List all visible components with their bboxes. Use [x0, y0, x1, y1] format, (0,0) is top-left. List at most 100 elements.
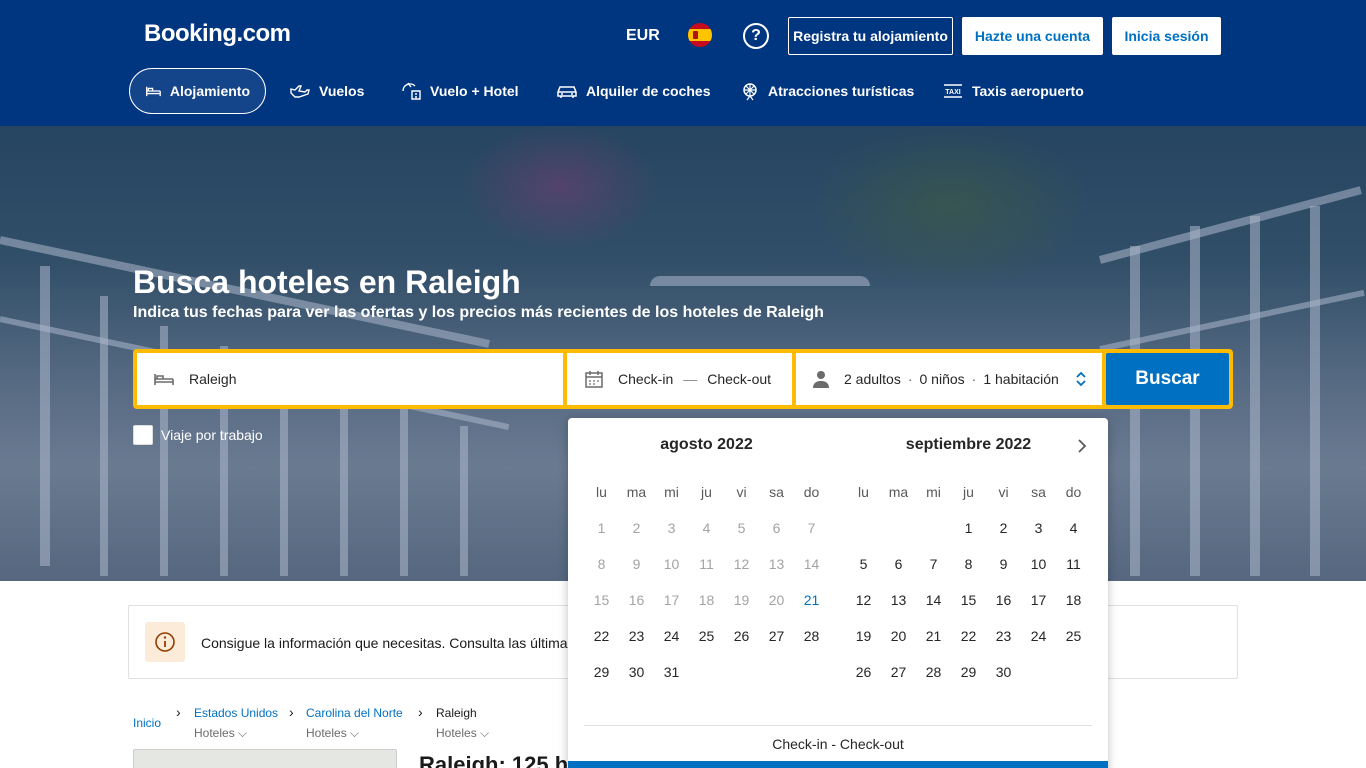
date-field[interactable]: Check-in — Check-out — [567, 353, 792, 405]
breadcrumb-item[interactable]: Estados Unidos Hoteles ⌵ — [194, 706, 278, 741]
calendar-day[interactable]: 22 — [951, 618, 986, 654]
weekday-header: lu ma mi ju vi sa do — [584, 474, 829, 510]
calendar-day[interactable]: 24 — [1021, 618, 1056, 654]
calendar-day[interactable]: 17 — [1021, 582, 1056, 618]
calendar-day[interactable]: 18 — [1056, 582, 1091, 618]
calendar-day[interactable]: 15 — [951, 582, 986, 618]
calendar-week: 8 9 10 11 12 13 14 — [584, 546, 829, 582]
calendar-day: 17 — [663, 592, 680, 608]
info-icon — [145, 622, 185, 662]
calendar-day[interactable]: 9 — [986, 546, 1021, 582]
calendar-day: 9 — [632, 556, 641, 572]
calendar-day[interactable]: 16 — [986, 582, 1021, 618]
calendar-day[interactable]: 14 — [916, 582, 951, 618]
calendar-day[interactable]: 27 — [881, 654, 916, 690]
calendar-month: agosto 2022 lu ma mi ju vi sa do 1 2 3 4 5 6 7 8 9 10 11 1… — [584, 436, 829, 690]
calendar-day[interactable]: 22 — [584, 618, 619, 654]
rooms-label: 1 habitación — [983, 371, 1059, 387]
calendar-day[interactable]: 29 — [951, 654, 986, 690]
tab-vuelo-hotel[interactable]: Vuelo + Hotel — [400, 68, 519, 114]
calendar-day: 16 — [628, 592, 645, 608]
calendar-day[interactable]: 8 — [951, 546, 986, 582]
month-title: agosto 2022 — [660, 436, 753, 453]
calendar-day[interactable]: 2 — [986, 510, 1021, 546]
breadcrumb-item[interactable]: Raleigh Hoteles ⌵ — [436, 706, 489, 741]
calendar-day[interactable]: 21 — [916, 618, 951, 654]
month-title: septiembre 2022 — [905, 436, 1032, 453]
calendar-week: 19 20 21 22 23 24 25 — [846, 618, 1091, 654]
tab-atracciones[interactable]: Atracciones turísticas — [740, 68, 914, 114]
calendar-day: 13 — [768, 556, 785, 572]
calendar-empty-day — [1021, 654, 1056, 690]
calendar-day[interactable]: 23 — [986, 618, 1021, 654]
calendar-day[interactable]: 27 — [759, 618, 794, 654]
calendar-empty-day — [724, 654, 759, 690]
calendar-day[interactable]: 28 — [916, 654, 951, 690]
calendar-day[interactable]: 7 — [916, 546, 951, 582]
guests-field[interactable]: 2 adultos · 0 niños · 1 habitación — [796, 353, 1102, 405]
help-icon[interactable]: ? — [743, 23, 769, 49]
calendar-day: 4 — [702, 520, 711, 536]
tab-vuelos[interactable]: Vuelos — [289, 68, 364, 114]
calendar-day[interactable]: 30 — [986, 654, 1021, 690]
tab-taxis[interactable]: TAXI Taxis aeropuerto — [942, 68, 1084, 114]
calendar-day[interactable]: 3 — [1021, 510, 1056, 546]
map-thumbnail[interactable] — [133, 749, 397, 768]
calendar-empty-day — [916, 510, 951, 546]
calendar-day: 10 — [663, 556, 680, 572]
chevron-right-icon[interactable] — [1072, 436, 1092, 456]
work-trip-checkbox[interactable]: Viaje por trabajo — [133, 425, 263, 445]
calendar-day[interactable]: 1 — [951, 510, 986, 546]
calendar-day[interactable]: 5 — [846, 546, 881, 582]
weekday-label: mi — [926, 484, 941, 500]
booking-logo[interactable]: Booking.com — [144, 20, 291, 48]
create-account-button[interactable]: Hazte una cuenta — [962, 17, 1103, 55]
calendar-day: 19 — [733, 592, 750, 608]
calendar-week: 1 2 3 4 5 6 7 — [584, 510, 829, 546]
sign-in-button[interactable]: Inicia sesión — [1112, 17, 1221, 55]
adults-label: 2 adultos — [844, 371, 901, 387]
calendar-day[interactable]: 21 — [794, 582, 829, 618]
calendar-day[interactable]: 6 — [881, 546, 916, 582]
calendar-day: 3 — [667, 520, 676, 536]
calendar-day[interactable]: 25 — [1056, 618, 1091, 654]
breadcrumb-item[interactable]: Carolina del Norte Hoteles ⌵ — [306, 706, 403, 741]
weekday-label: sa — [769, 484, 784, 500]
calendar-day[interactable]: 13 — [881, 582, 916, 618]
calendar-day[interactable]: 10 — [1021, 546, 1056, 582]
calendar-day[interactable]: 4 — [1056, 510, 1091, 546]
calendar-action-bar[interactable] — [568, 761, 1108, 768]
calendar-day[interactable]: 31 — [654, 654, 689, 690]
calendar-day[interactable]: 29 — [584, 654, 619, 690]
weekday-label: ju — [701, 484, 712, 500]
calendar-day[interactable]: 28 — [794, 618, 829, 654]
calendar-day[interactable]: 30 — [619, 654, 654, 690]
destination-field[interactable]: Raleigh — [137, 353, 563, 405]
person-icon — [813, 371, 829, 388]
calendar-day[interactable]: 11 — [1056, 546, 1091, 582]
calendar-day[interactable]: 19 — [846, 618, 881, 654]
calendar-week: 5 6 7 8 9 10 11 — [846, 546, 1091, 582]
weekday-label: ma — [888, 484, 909, 500]
tab-alquiler-coches[interactable]: Alquiler de coches — [556, 68, 710, 114]
calendar-day[interactable]: 23 — [619, 618, 654, 654]
calendar-day[interactable]: 26 — [724, 618, 759, 654]
breadcrumb-home[interactable]: Inicio — [133, 716, 161, 730]
checkbox[interactable] — [133, 425, 153, 445]
calendar-day[interactable]: 20 — [881, 618, 916, 654]
calendar-day[interactable]: 25 — [689, 618, 724, 654]
calendar-day[interactable]: 26 — [846, 654, 881, 690]
currency-selector[interactable]: EUR — [626, 27, 660, 45]
calendar-day: 1 — [597, 520, 606, 536]
register-property-button[interactable]: Registra tu alojamiento — [788, 17, 953, 55]
search-button[interactable]: Buscar — [1106, 353, 1229, 405]
children-label: 0 niños — [919, 371, 965, 387]
calendar-week: 26 27 28 29 30 — [846, 654, 1091, 690]
calendar-day: 8 — [597, 556, 606, 572]
tab-alojamiento[interactable]: Alojamiento — [129, 68, 266, 114]
spain-flag-icon[interactable] — [688, 23, 712, 47]
weekday-label: lu — [596, 484, 607, 500]
calendar-day[interactable]: 24 — [654, 618, 689, 654]
calendar-empty-day — [689, 654, 724, 690]
calendar-day[interactable]: 12 — [846, 582, 881, 618]
